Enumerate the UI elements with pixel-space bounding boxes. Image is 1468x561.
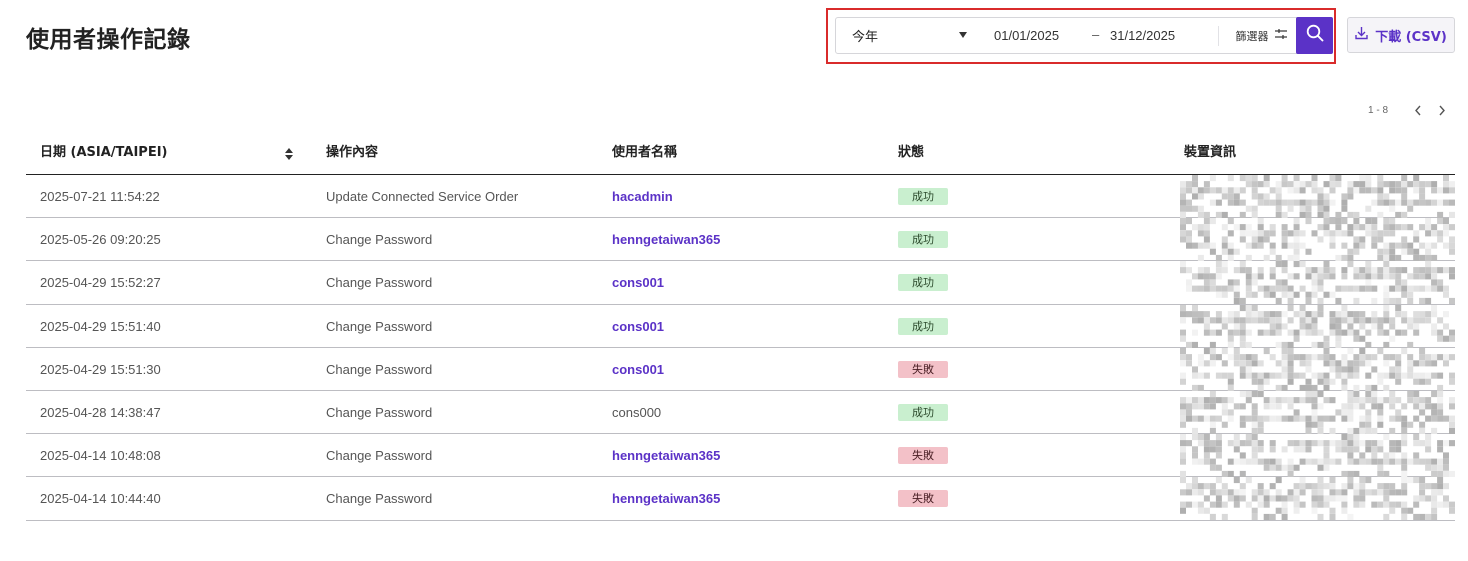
table-row: 2025-07-21 11:54:22 Update Connected Ser… [26,175,1455,219]
end-date-input[interactable]: 31/12/2025 [1102,18,1212,53]
row-date: 2025-05-26 09:20:25 [40,232,161,248]
table-row: 2025-05-26 09:20:25 Change Password henn… [26,218,1455,262]
status-badge: 成功 [898,231,948,249]
row-date: 2025-04-28 14:38:47 [40,404,161,420]
chevron-left-icon [1415,105,1421,115]
row-user-link[interactable]: hacadmin [612,175,673,218]
table-row: 2025-04-14 10:44:40 Change Password henn… [26,477,1455,521]
start-date-input[interactable]: 01/01/2025 [986,18,1086,53]
status-badge: 成功 [898,403,948,421]
filter-bar: 今年 01/01/2025 – 31/12/2025 篩選器 [835,17,1333,54]
chevron-right-icon [1439,105,1445,115]
table-row: 2025-04-29 15:51:40 Change Password cons… [26,304,1455,348]
row-operation: Change Password [326,232,433,248]
sliders-icon [1274,27,1287,45]
status-badge: 成功 [898,317,948,335]
device-info-redacted [1180,304,1455,348]
redaction-pattern [1180,347,1455,391]
row-operation: Update Connected Service Order [326,189,519,204]
download-csv-button[interactable]: 下載 (CSV) [1347,17,1455,53]
table-header: 日期 (ASIA/TAIPEI) 操作內容 使用者名稱 狀態 裝置資訊 [26,131,1455,175]
filter-button-label: 篩選器 [1235,29,1269,43]
period-select-value: 今年 [852,30,879,45]
device-info-redacted [1180,347,1455,391]
device-info-redacted [1180,261,1455,305]
row-user-link[interactable]: cons001 [612,305,664,348]
redaction-pattern [1180,304,1455,348]
page-title: 使用者操作記錄 [26,27,191,53]
column-header-date: 日期 (ASIA/TAIPEI) [40,145,168,160]
filter-button[interactable]: 篩選器 [1226,18,1296,53]
redaction-pattern [1180,434,1455,478]
next-page-button[interactable] [1430,100,1454,120]
column-header-operation: 操作內容 [326,145,379,160]
status-badge: 失敗 [898,490,948,508]
divider [1218,26,1219,46]
row-date: 2025-07-21 11:54:22 [40,189,160,204]
row-date: 2025-04-29 15:51:40 [40,318,161,334]
row-user-link[interactable]: cons001 [612,348,664,391]
column-header-device: 裝置資訊 [1184,145,1237,160]
download-icon [1355,26,1368,45]
status-badge: 失敗 [898,360,948,378]
table-row: 2025-04-28 14:38:47 Change Password cons… [26,390,1455,435]
download-csv-label: 下載 (CSV) [1375,29,1447,45]
row-user-link[interactable]: henngetaiwan365 [612,434,720,477]
table-row: 2025-04-29 15:52:27 Change Password cons… [26,261,1455,305]
redaction-pattern [1180,218,1455,262]
date-separator: – [1092,27,1100,42]
row-operation: Change Password [326,448,433,464]
device-info-redacted [1180,175,1455,218]
device-info-redacted [1180,390,1455,434]
row-date: 2025-04-14 10:48:08 [40,448,161,464]
row-user-link[interactable]: cons001 [612,261,664,304]
device-info-redacted [1180,434,1455,478]
column-header-user: 使用者名稱 [612,145,678,160]
status-badge: 成功 [898,188,948,205]
row-user-link[interactable]: henngetaiwan365 [612,477,720,520]
operation-log-table: 日期 (ASIA/TAIPEI) 操作內容 使用者名稱 狀態 裝置資訊 2025… [26,131,1455,521]
table-row: 2025-04-14 10:48:08 Change Password henn… [26,434,1455,478]
row-user: cons000 [612,404,662,420]
table-row: 2025-04-29 15:51:30 Change Password cons… [26,347,1455,391]
row-date: 2025-04-29 15:51:30 [40,361,161,377]
redaction-pattern [1180,261,1455,305]
prev-page-button[interactable] [1406,100,1430,120]
row-operation: Change Password [326,361,433,377]
redaction-pattern [1180,390,1455,434]
pagination: 1 - 8 [1368,100,1454,120]
device-info-redacted [1180,218,1455,262]
row-operation: Change Password [326,318,433,334]
row-date: 2025-04-29 15:52:27 [40,275,161,291]
pagination-range: 1 - 8 [1368,104,1389,116]
row-user-link[interactable]: henngetaiwan365 [612,218,720,261]
row-operation: Change Password [326,404,433,420]
device-info-redacted [1180,477,1455,521]
redaction-pattern [1180,477,1455,521]
sort-icon[interactable] [284,147,294,161]
status-badge: 失敗 [898,447,948,465]
row-operation: Change Password [326,491,433,507]
search-button[interactable] [1296,17,1333,54]
redaction-pattern [1180,175,1455,218]
status-badge: 成功 [898,274,948,292]
row-operation: Change Password [326,275,433,291]
column-header-status: 狀態 [898,145,925,160]
period-select[interactable]: 今年 [836,18,976,53]
search-icon [1306,24,1324,47]
caret-down-icon [959,32,967,38]
row-date: 2025-04-14 10:44:40 [40,491,161,507]
